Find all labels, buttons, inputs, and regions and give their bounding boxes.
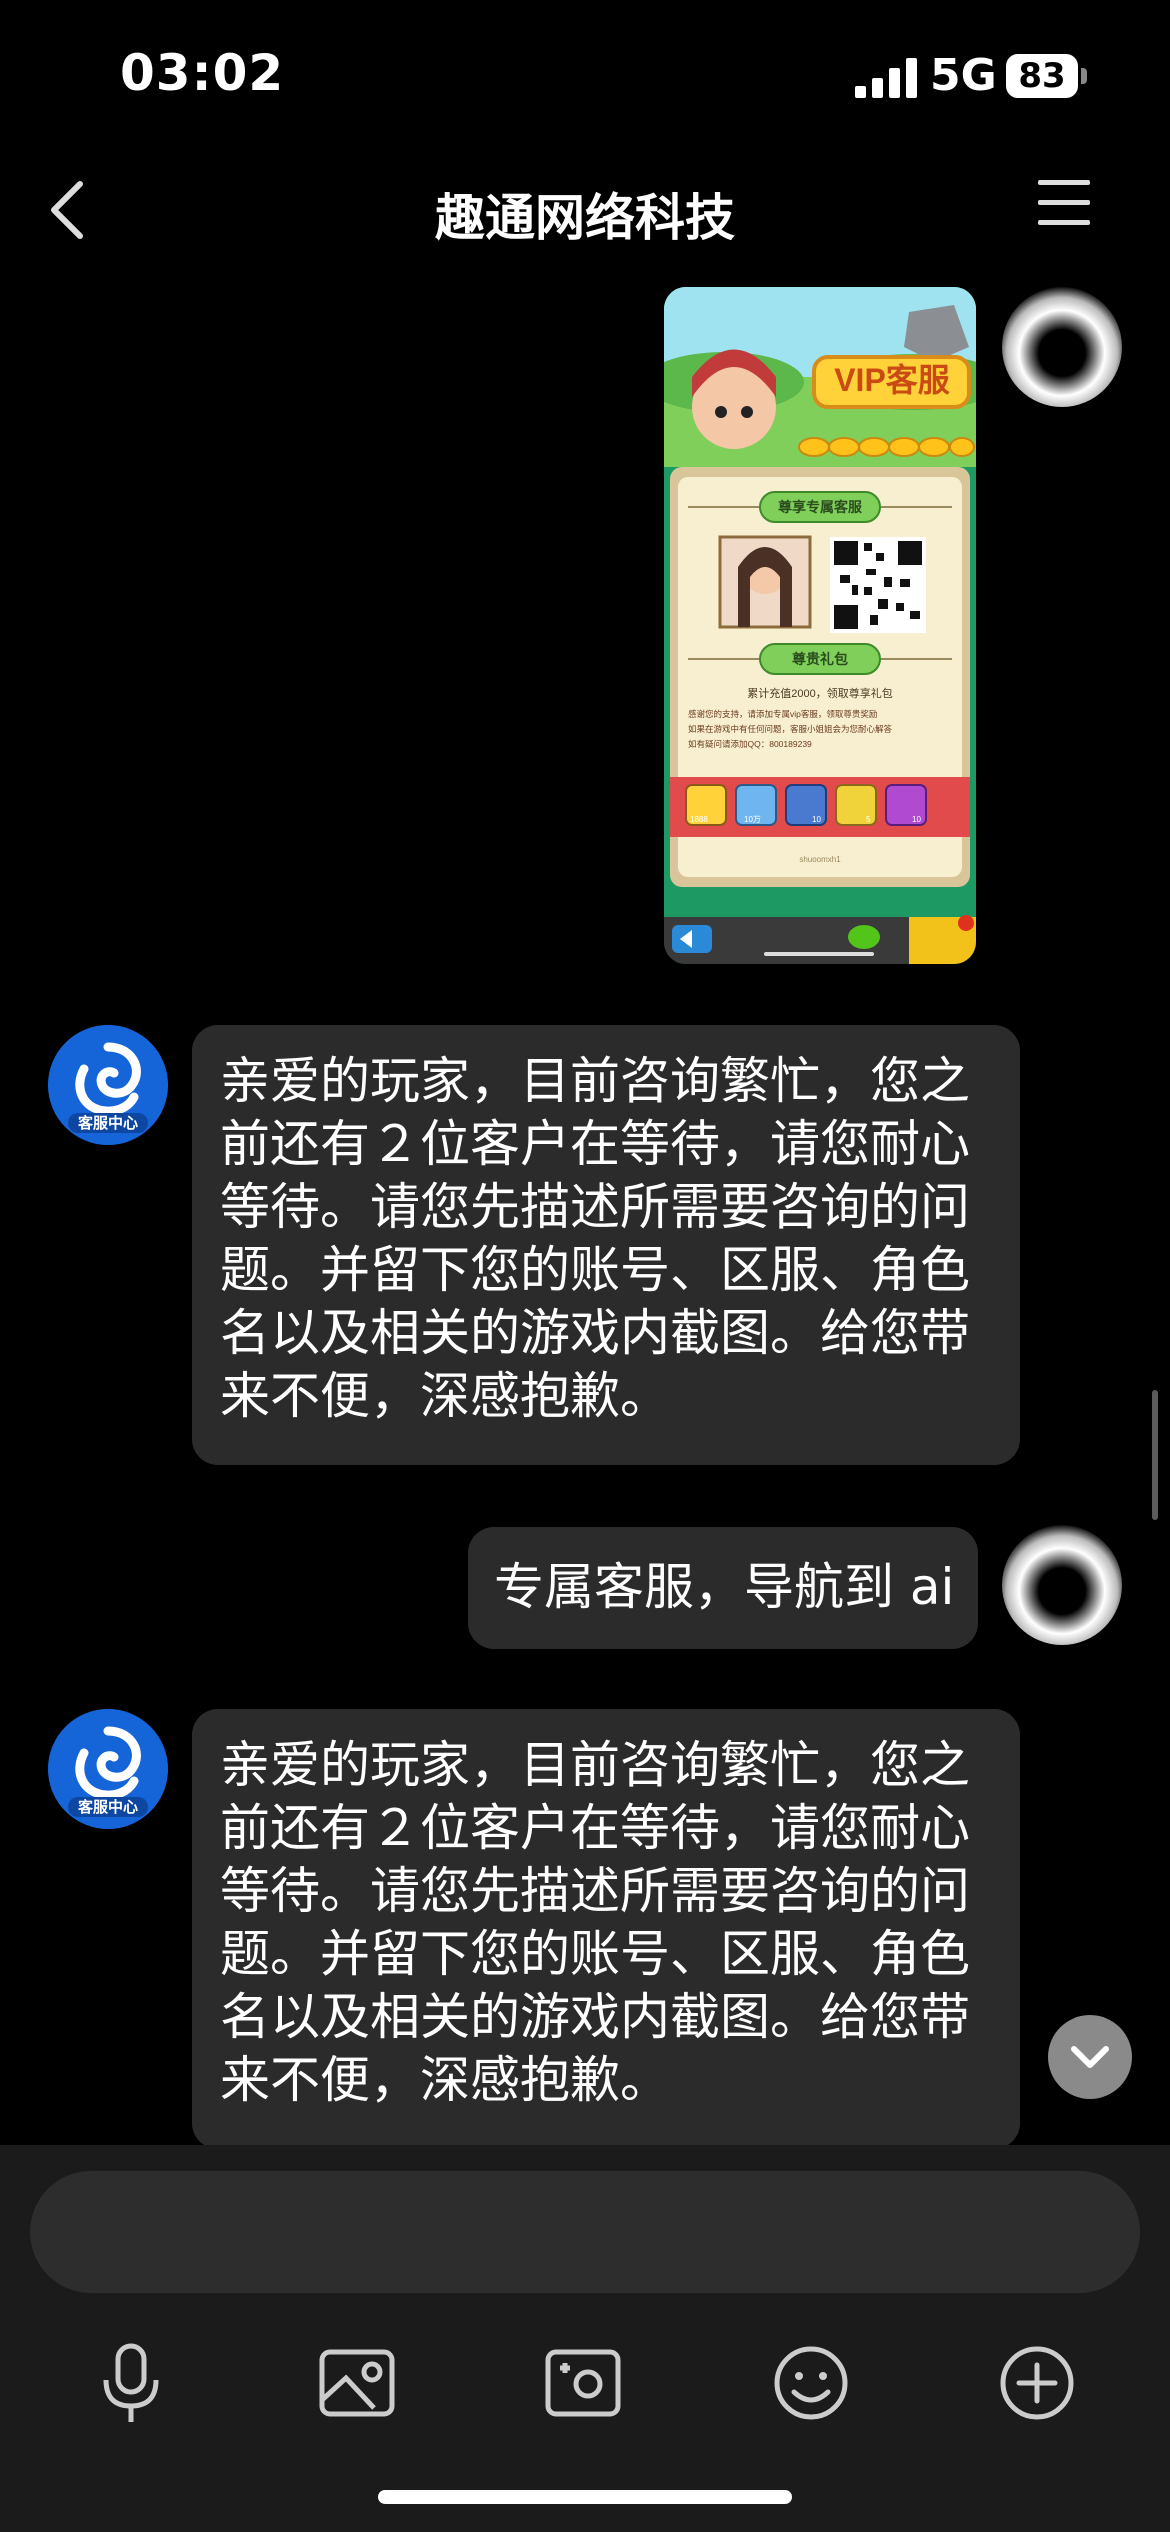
message-text: 亲爱的玩家，目前咨询繁忙，您之前还有２位客户在等待，请您耐心等待。请您先描述所需… [220,1736,970,2109]
vip-section2: 尊贵礼包 [792,651,848,667]
vip-gift-line: 累计充值2000，领取尊享礼包 [747,686,892,700]
vip-badge-title: VIP客服 [834,362,950,398]
gift-count-5: 10 [912,815,921,824]
plus-icon[interactable] [992,2338,1082,2428]
service-message-bubble[interactable]: 亲爱的玩家，目前咨询繁忙，您之前还有２位客户在等待，请您耐心等待。请您先描述所需… [192,1709,1020,2145]
chat-title: 趣通网络科技 [435,189,735,247]
user-message-bubble[interactable]: 专属客服，导航到 ai [468,1527,978,1649]
message-text: 亲爱的玩家，目前咨询繁忙，您之前还有２位客户在等待，请您耐心等待。请您先描述所需… [220,1052,970,1425]
service-avatar[interactable]: 客服中心 [48,1025,168,1145]
status-bar: 03:02 5G 83 [0,0,1170,150]
menu-icon [1038,180,1090,185]
user-avatar[interactable] [1002,287,1122,407]
scroll-to-bottom-button[interactable] [1048,2015,1132,2099]
vip-desc-1: 感谢您的支持，请添加专属vip客服，领取尊贵奖励 [688,709,877,719]
vip-service-screenshot: VIP客服 尊享专属客服 尊贵礼包 累计充值2000，领取尊享礼包 感谢您的支持… [664,287,976,964]
microphone-icon[interactable] [86,2338,176,2428]
service-avatar-label: 客服中心 [77,1798,138,1816]
signal-icon [855,58,917,98]
vip-desc-2: 如果在游戏中有任何问题，客服小姐姐会为您耐心解答 [688,724,893,734]
vip-footer: shuoomxh1 [799,855,841,864]
composer [0,2145,1170,2532]
chevron-down-icon [1071,2046,1109,2068]
image-message[interactable]: VIP客服 尊享专属客服 尊贵礼包 累计充值2000，领取尊享礼包 感谢您的支持… [664,287,976,964]
scrollbar[interactable] [1152,1390,1158,1520]
home-indicator[interactable] [378,2490,792,2504]
battery-level: 83 [1006,54,1078,98]
camera-icon[interactable] [538,2338,628,2428]
user-avatar[interactable] [1002,1525,1122,1645]
message-input[interactable] [30,2171,1140,2293]
vip-section1: 尊享专属客服 [778,499,863,515]
gift-count-2: 10万 [744,815,761,824]
network-type: 5G [930,50,997,101]
gift-count-4: 5 [866,815,871,824]
image-icon[interactable] [312,2338,402,2428]
gift-count-1: 1888 [690,815,708,824]
battery-icon: 83 [1006,54,1087,98]
gift-count-3: 10 [812,815,821,824]
service-logo-icon: 客服中心 [48,1709,168,1829]
status-time: 03:02 [120,44,285,102]
service-avatar[interactable]: 客服中心 [48,1709,168,1829]
chat-header: 趣通网络科技 [0,150,1170,265]
service-logo-icon: 客服中心 [48,1025,168,1145]
emoji-icon[interactable] [766,2338,856,2428]
message-text: 专属客服，导航到 ai [494,1558,955,1616]
menu-button[interactable] [1038,180,1090,230]
service-message-bubble[interactable]: 亲爱的玩家，目前咨询繁忙，您之前还有２位客户在等待，请您耐心等待。请您先描述所需… [192,1025,1020,1465]
service-avatar-label: 客服中心 [77,1114,138,1132]
vip-desc-3: 如有疑问请添加QQ：800189239 [688,739,812,749]
message-list[interactable]: VIP客服 尊享专属客服 尊贵礼包 累计充值2000，领取尊享礼包 感谢您的支持… [0,265,1170,2145]
